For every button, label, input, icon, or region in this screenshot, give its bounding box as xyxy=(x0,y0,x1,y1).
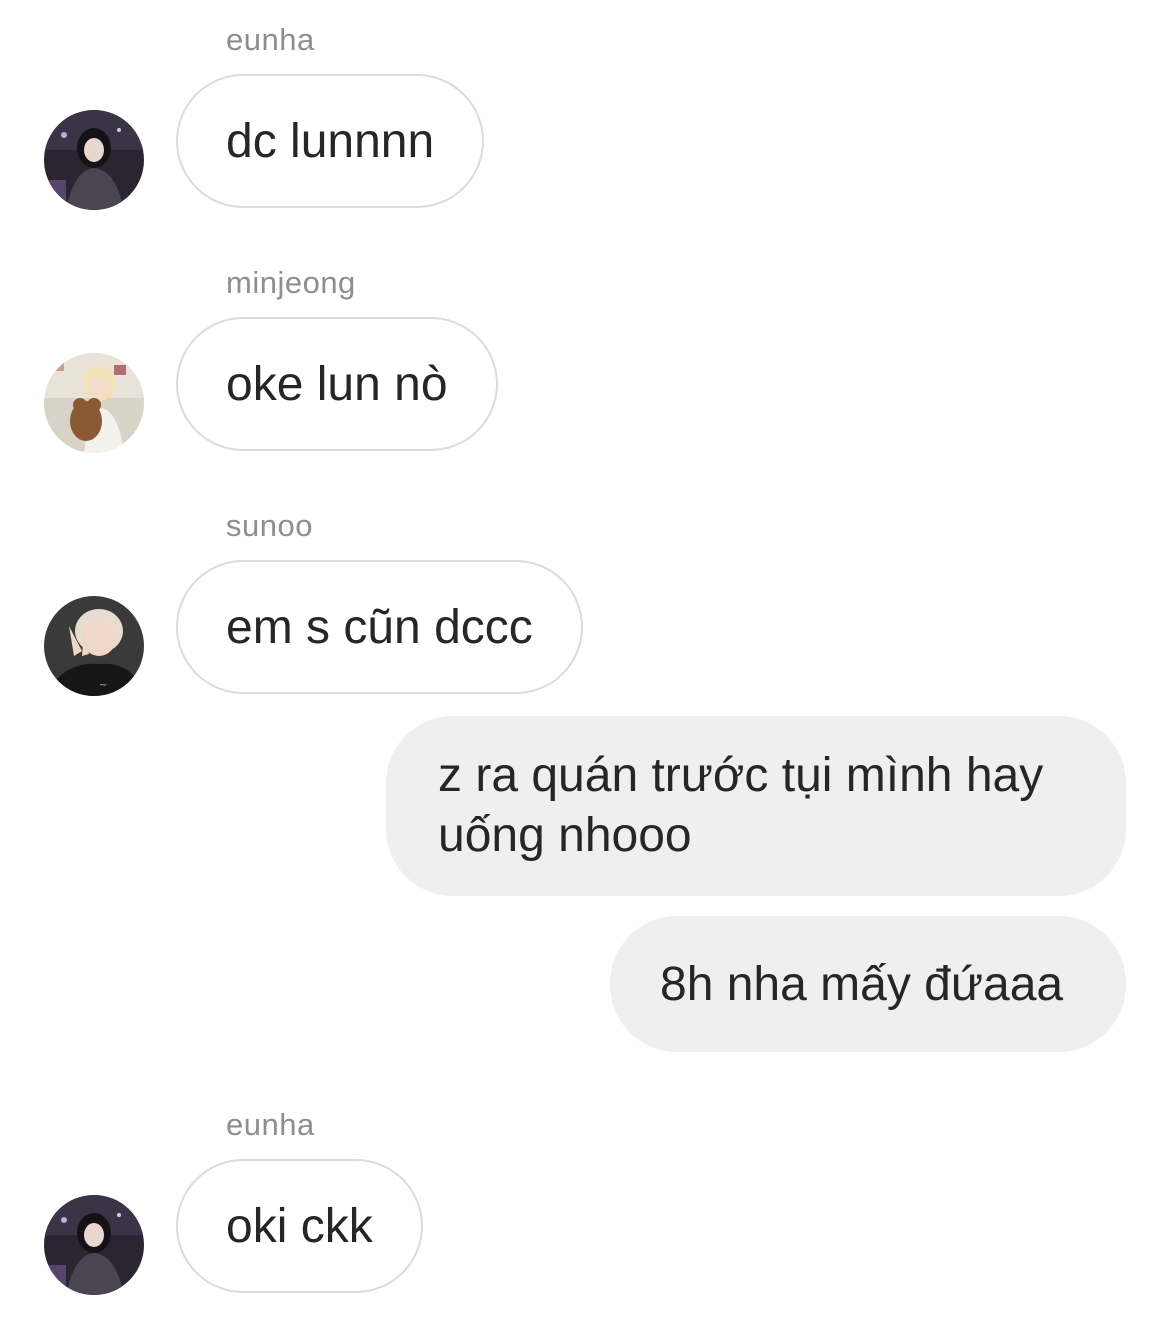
message-text: 8h nha mấy đứaaa xyxy=(660,957,1064,1011)
sender-name: sunoo xyxy=(226,508,313,543)
eunha-avatar-image xyxy=(44,110,144,210)
message-bubble[interactable]: dc lunnnn xyxy=(176,74,485,208)
message-text: z ra quán trước tụi mình hay uống nhooo xyxy=(438,749,1044,862)
outgoing-message-bubble[interactable]: 8h nha mấy đứaaa xyxy=(610,916,1126,1052)
sender-name: eunha xyxy=(226,1107,315,1142)
message-bubble[interactable]: oke lun nò xyxy=(176,317,498,451)
message-bubble[interactable]: oki ckk xyxy=(176,1159,423,1293)
message-bubble[interactable]: em s cũn dccc xyxy=(176,560,583,694)
message-text: oke lun nò xyxy=(226,357,448,411)
avatar[interactable] xyxy=(44,110,144,210)
sunoo-avatar-image: ~ xyxy=(44,596,144,696)
message-text: oki ckk xyxy=(226,1199,373,1253)
message-text: dc lunnnn xyxy=(226,114,435,168)
outgoing-message-bubble[interactable]: z ra quán trước tụi mình hay uống nhooo xyxy=(386,716,1126,896)
sender-name: eunha xyxy=(226,22,315,57)
avatar[interactable] xyxy=(44,1195,144,1295)
avatar[interactable] xyxy=(44,353,144,453)
avatar[interactable]: ~ xyxy=(44,596,144,696)
svg-text:~: ~ xyxy=(99,680,107,691)
sender-name: minjeong xyxy=(226,265,356,300)
message-text: em s cũn dccc xyxy=(226,600,533,654)
minjeong-avatar-image xyxy=(44,353,144,453)
eunha-avatar-image xyxy=(44,1195,144,1295)
